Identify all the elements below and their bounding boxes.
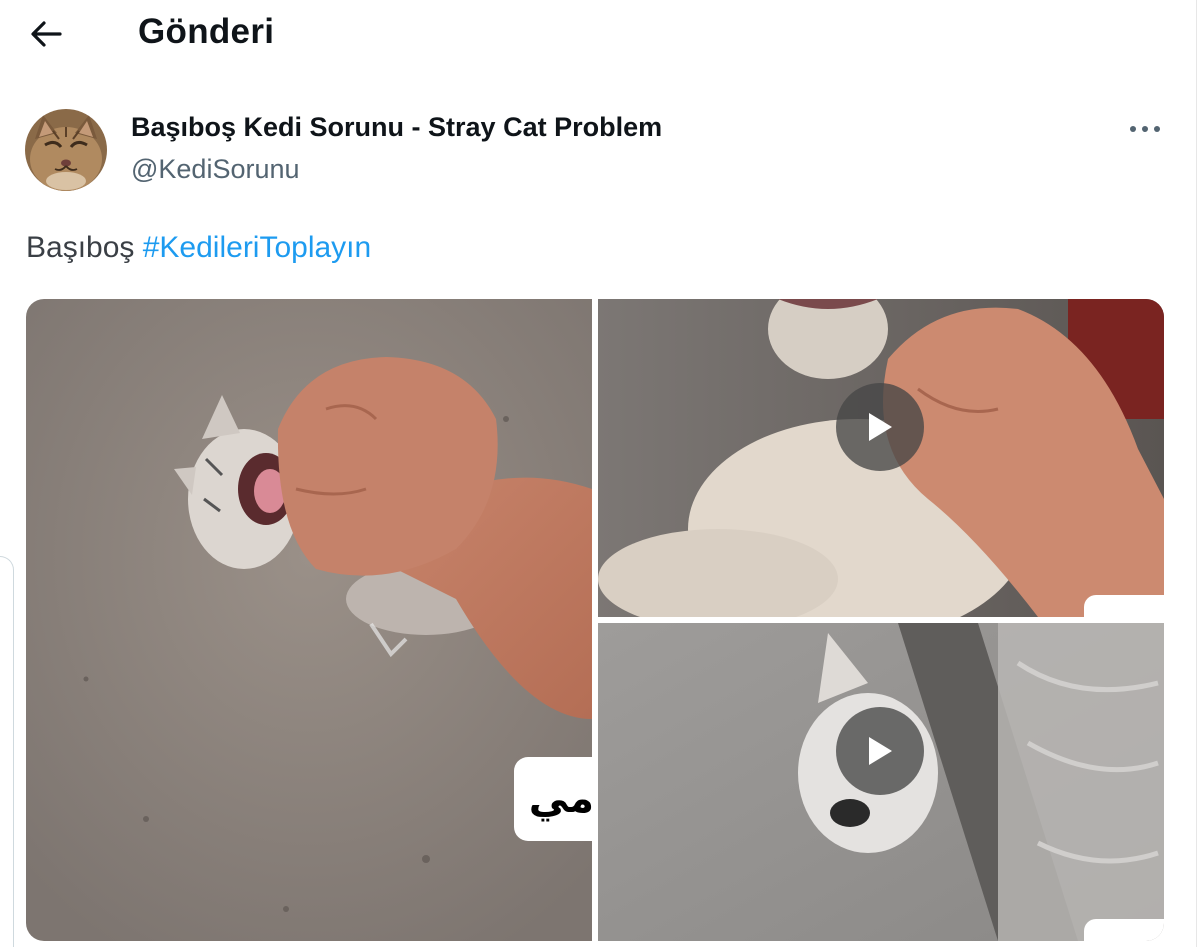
play-icon [869, 413, 892, 441]
photo-hand-cat [26, 299, 592, 941]
tweet-text-plain: Başıboş [26, 231, 143, 264]
page-title: Gönderi [138, 12, 275, 51]
right-edge-divider [1196, 0, 1197, 947]
post-page: Gönderi Başıboş Kedi Sorunu - Stray Cat … [0, 0, 1200, 947]
author-handle[interactable]: @KediSorunu [131, 154, 300, 185]
play-icon [869, 737, 892, 765]
play-button[interactable] [836, 707, 924, 795]
media-video-2[interactable] [598, 623, 1164, 941]
tweet-text: Başıboş #KedileriToplayın [26, 231, 371, 265]
author-display-name[interactable]: Başıboş Kedi Sorunu - Stray Cat Problem [131, 112, 662, 143]
more-horizontal-icon [1130, 126, 1160, 132]
cat-avatar-image [25, 109, 107, 191]
media-corner [1084, 595, 1164, 617]
media-photo-1[interactable]: مي [26, 299, 592, 941]
media-video-1[interactable] [598, 299, 1164, 617]
arrow-left-icon [31, 21, 62, 47]
media-corner [1084, 919, 1164, 941]
media-grid: مي [26, 299, 1164, 941]
left-edge-divider [0, 556, 14, 947]
more-options-button[interactable] [1122, 116, 1168, 142]
back-button[interactable] [22, 12, 70, 56]
page-header: Gönderi [0, 0, 1200, 70]
overlay-text-sticker: مي [514, 757, 592, 841]
hashtag-link[interactable]: #KedileriToplayın [143, 231, 371, 264]
play-button[interactable] [836, 383, 924, 471]
avatar[interactable] [25, 109, 107, 191]
